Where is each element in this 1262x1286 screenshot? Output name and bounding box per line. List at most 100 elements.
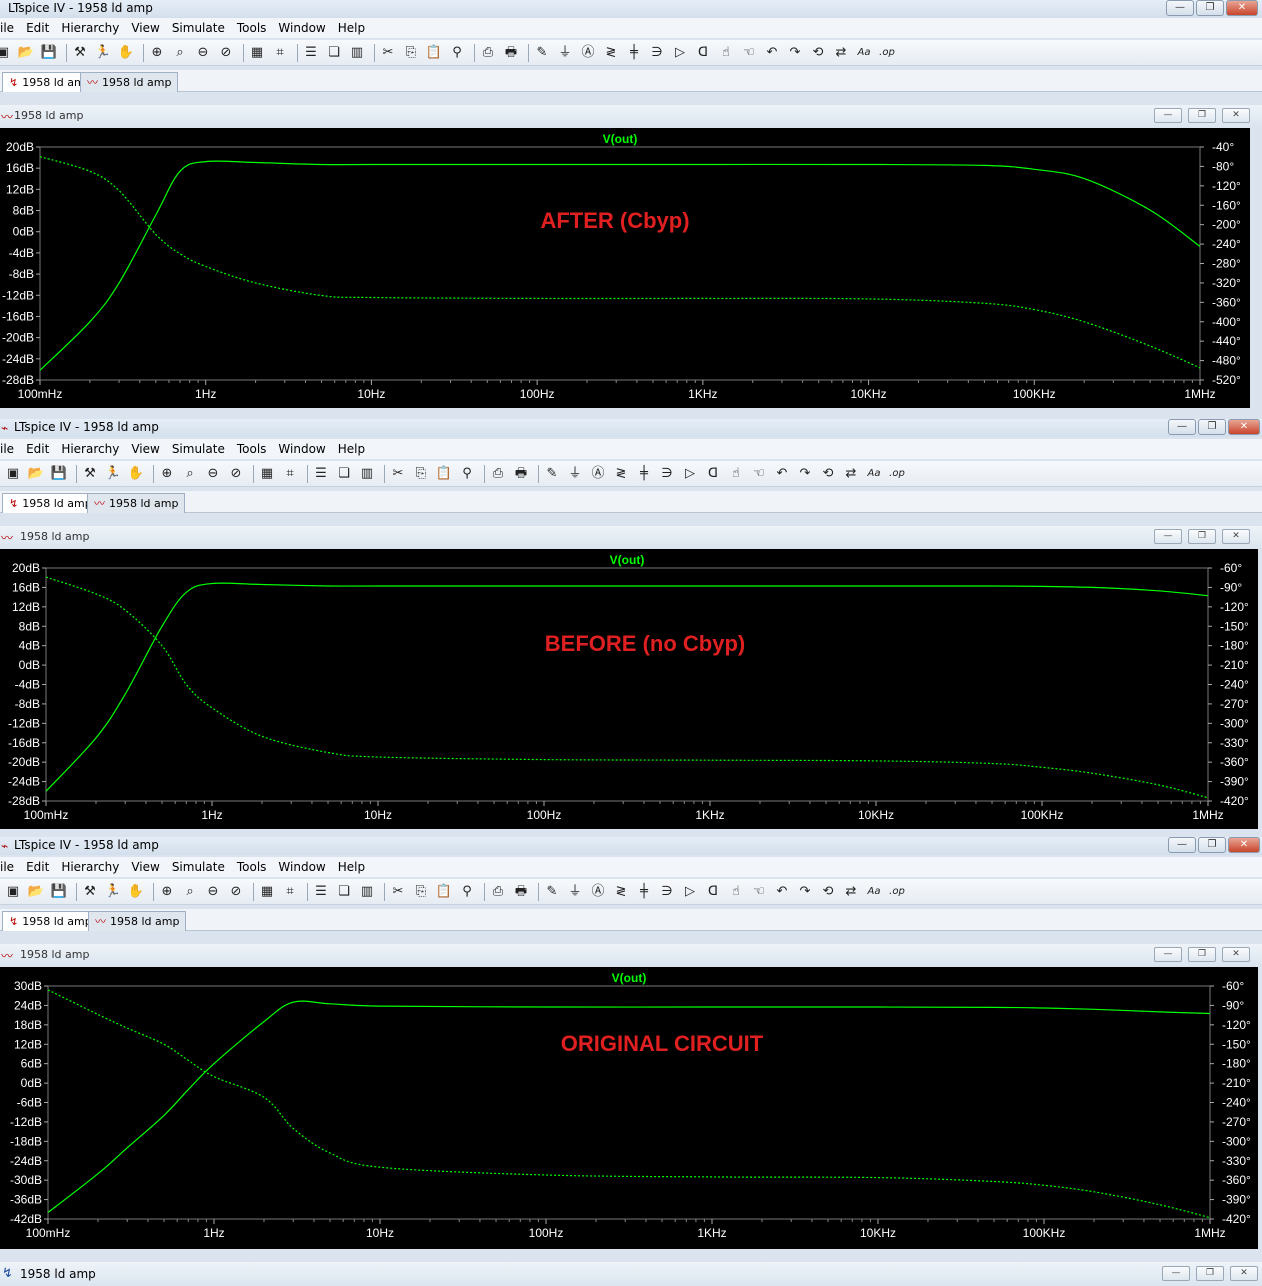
print-icon[interactable]: 🖶	[512, 883, 530, 901]
zoom-out-icon[interactable]: ⊖	[204, 883, 222, 901]
drag-icon[interactable]: ☜	[740, 44, 758, 62]
restore-button[interactable]: ❐	[1196, 0, 1224, 16]
resistor-icon[interactable]: ≷	[612, 465, 630, 483]
menu-tools[interactable]: Tools	[237, 439, 267, 459]
capacitor-icon[interactable]: ╪	[635, 883, 653, 901]
open-icon[interactable]: 📂	[27, 465, 45, 483]
component-icon[interactable]: ᗡ	[694, 44, 712, 62]
close-button[interactable]: ✕	[1226, 0, 1258, 16]
tile-v-icon[interactable]: ▥	[358, 465, 376, 483]
hand-icon[interactable]: ✋	[127, 883, 145, 901]
rotate-icon[interactable]: ⟲	[809, 44, 827, 62]
waveform-plot-after[interactable]: V(out) 20dB 16dB 12dB 8dB 0dB -4dB -8dB -12dB -16…	[0, 128, 1250, 408]
hand-icon[interactable]: ✋	[127, 465, 145, 483]
open-icon[interactable]: 📂	[17, 44, 35, 62]
drag-icon[interactable]: ☜	[750, 465, 768, 483]
close-button-2[interactable]: ✕	[1228, 419, 1260, 435]
copy-icon[interactable]: ⎘	[402, 44, 420, 62]
tile-h-icon[interactable]: ☰	[302, 44, 320, 62]
menu-window[interactable]: Window	[278, 439, 325, 459]
menu-edit[interactable]: Edit	[26, 857, 49, 877]
hammer-icon[interactable]: ⚒	[81, 883, 99, 901]
rotate-icon[interactable]: ⟲	[819, 883, 837, 901]
paste-icon[interactable]: 📋	[435, 465, 453, 483]
trace-name-label[interactable]: V(out)	[603, 132, 638, 146]
hammer-icon[interactable]: ⚒	[81, 465, 99, 483]
diode-icon[interactable]: ▷	[671, 44, 689, 62]
redo-icon[interactable]: ↷	[786, 44, 804, 62]
wire-icon[interactable]: ✎	[533, 44, 551, 62]
redo-icon[interactable]: ↷	[796, 465, 814, 483]
paste-icon[interactable]: 📋	[425, 44, 443, 62]
print-setup-icon[interactable]: ⎙	[479, 44, 497, 62]
mirror-icon[interactable]: ⇄	[842, 465, 860, 483]
undo-icon[interactable]: ↶	[763, 44, 781, 62]
menu-view[interactable]: View	[131, 18, 159, 38]
plot-minimize-button-2[interactable]: —	[1154, 529, 1182, 544]
rotate-icon[interactable]: ⟲	[819, 465, 837, 483]
plot-minimize-button[interactable]: —	[1154, 108, 1182, 123]
run-icon[interactable]: 🏃	[94, 44, 112, 62]
zoom-area-icon[interactable]: ⌕	[171, 44, 189, 62]
diode-icon[interactable]: ▷	[681, 465, 699, 483]
label-icon[interactable]: Ⓐ	[579, 44, 597, 62]
cascade-icon[interactable]: ❏	[325, 44, 343, 62]
label-icon[interactable]: Ⓐ	[589, 883, 607, 901]
zoom-out-icon[interactable]: ⊖	[204, 465, 222, 483]
autorange-icon[interactable]: ▦	[248, 44, 266, 62]
print-setup-icon[interactable]: ⎙	[489, 465, 507, 483]
tile-h-icon[interactable]: ☰	[312, 883, 330, 901]
inductor-icon[interactable]: ∋	[648, 44, 666, 62]
print-setup-icon[interactable]: ⎙	[489, 883, 507, 901]
zoom-cancel-icon[interactable]: ⊘	[217, 44, 235, 62]
undo-icon[interactable]: ↶	[773, 465, 791, 483]
plot-restore-button-2[interactable]: ❐	[1188, 529, 1216, 544]
spice-directive-icon[interactable]: .op	[888, 883, 906, 901]
save-icon[interactable]: 💾	[50, 883, 68, 901]
mirror-icon[interactable]: ⇄	[842, 883, 860, 901]
menu-view[interactable]: View	[131, 439, 159, 459]
hand-icon[interactable]: ✋	[117, 44, 135, 62]
schematic-close-button[interactable]: ✕	[1230, 1266, 1258, 1281]
zoom-in-icon[interactable]: ⊕	[158, 465, 176, 483]
zoom-in-icon[interactable]: ⊕	[158, 883, 176, 901]
tab-waveform[interactable]: 〰 1958 ld amp	[87, 493, 186, 513]
capacitor-icon[interactable]: ╪	[635, 465, 653, 483]
wire-icon[interactable]: ✎	[543, 883, 561, 901]
component-icon[interactable]: ᗡ	[704, 883, 722, 901]
autorange-icon[interactable]: ▦	[258, 465, 276, 483]
zoom-cancel-icon[interactable]: ⊘	[227, 465, 245, 483]
tile-v-icon[interactable]: ▥	[348, 44, 366, 62]
move-icon[interactable]: ☝	[717, 44, 735, 62]
wire-icon[interactable]: ✎	[543, 465, 561, 483]
tile-v-icon[interactable]: ▥	[358, 883, 376, 901]
resistor-icon[interactable]: ≷	[612, 883, 630, 901]
restore-button-3[interactable]: ❐	[1198, 837, 1226, 853]
ground-icon[interactable]: ⏚	[566, 883, 584, 901]
cut-icon[interactable]: ✂	[379, 44, 397, 62]
copy-icon[interactable]: ⎘	[412, 883, 430, 901]
cut-icon[interactable]: ✂	[389, 883, 407, 901]
cascade-icon[interactable]: ❏	[335, 883, 353, 901]
menu-file[interactable]: ile	[0, 857, 14, 877]
save-icon[interactable]: 💾	[50, 465, 68, 483]
move-icon[interactable]: ☝	[727, 465, 745, 483]
schematic-restore-button[interactable]: ❐	[1196, 1266, 1224, 1281]
capacitor-icon[interactable]: ╪	[625, 44, 643, 62]
close-button-3[interactable]: ✕	[1228, 837, 1260, 853]
label-icon[interactable]: Ⓐ	[589, 465, 607, 483]
plot-minimize-button-3[interactable]: —	[1154, 947, 1182, 962]
ground-icon[interactable]: ⏚	[556, 44, 574, 62]
cascade-icon[interactable]: ❏	[335, 465, 353, 483]
text-icon[interactable]: Aa	[865, 465, 883, 483]
tile-h-icon[interactable]: ☰	[312, 465, 330, 483]
minimize-button-2[interactable]: —	[1168, 419, 1196, 435]
menu-file[interactable]: ile	[0, 439, 14, 459]
print-icon[interactable]: 🖶	[502, 44, 520, 62]
text-icon[interactable]: Aa	[855, 44, 873, 62]
tab-waveform[interactable]: 〰 1958 ld amp	[88, 911, 187, 931]
new-schematic-icon[interactable]: ▣	[0, 44, 12, 62]
menu-edit[interactable]: Edit	[26, 439, 49, 459]
menu-hierarchy[interactable]: Hierarchy	[61, 18, 119, 38]
component-icon[interactable]: ᗡ	[704, 465, 722, 483]
